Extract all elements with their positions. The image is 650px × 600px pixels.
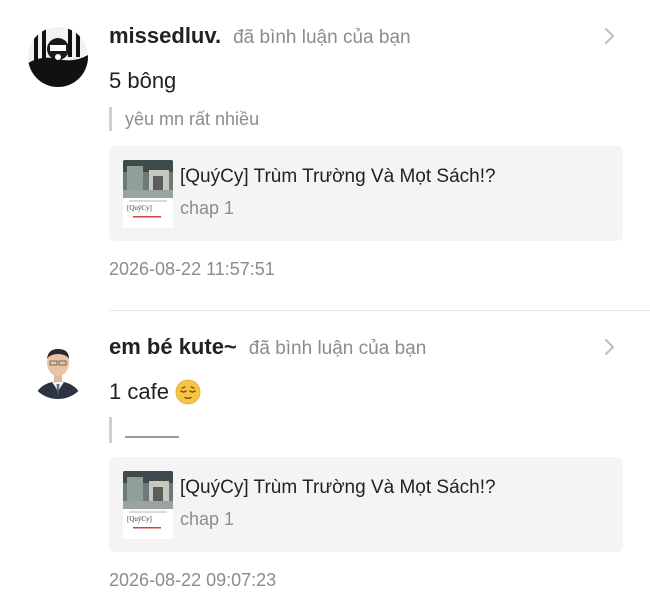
- avatar[interactable]: [28, 27, 88, 87]
- timestamp: 2026-08-22 09:07:23: [109, 570, 277, 590]
- comment-body: 5 bông: [109, 68, 177, 93]
- timestamp: 2026-08-22 11:57:51: [109, 259, 275, 279]
- comment-body: 1 cafe: [109, 379, 169, 404]
- comment-text: 1 cafe: [109, 379, 201, 405]
- quote-placeholder-line: [125, 436, 179, 438]
- quote-text: yêu mn rất nhiều: [125, 108, 260, 129]
- notification-header: em bé kute~ đã bình luận của bạn: [109, 334, 426, 360]
- quoted-comment: [109, 417, 179, 443]
- story-title: [QuýCy] Trùm Trường Và Mọt Sách!?: [180, 166, 496, 187]
- story-thumbnail: [QuýCy]: [123, 160, 173, 228]
- relieved-face-emoji-icon: [175, 379, 201, 405]
- chevron-right-icon[interactable]: [598, 336, 620, 358]
- quote-bar: [109, 107, 112, 131]
- quote-bar: [109, 417, 112, 443]
- action-text: đã bình luận của bạn: [233, 27, 411, 48]
- chevron-right-icon[interactable]: [598, 25, 620, 47]
- comment-text: 5 bông: [109, 68, 176, 94]
- thumbnail-label: [QuýCy]: [127, 204, 152, 212]
- avatar[interactable]: [28, 339, 88, 399]
- chapter-label: chap 1: [180, 509, 235, 529]
- username[interactable]: em bé kute~: [109, 334, 237, 360]
- chapter-label: chap 1: [180, 198, 235, 218]
- notification-item[interactable]: em bé kute~ đã bình luận của bạn 1 cafe: [0, 311, 650, 600]
- notification-item[interactable]: missedluv. đã bình luận của bạn 5 bông y…: [0, 0, 650, 310]
- notification-header: missedluv. đã bình luận của bạn: [109, 23, 411, 49]
- avatar-image: [28, 339, 88, 399]
- story-thumbnail: [QuýCy]: [123, 471, 173, 539]
- action-text: đã bình luận của bạn: [248, 338, 427, 359]
- thumbnail-label: [QuýCy]: [127, 515, 152, 523]
- story-reference-card[interactable]: [QuýCy] [QuýCy] Trùm Trường Và Mọt Sách!…: [109, 146, 623, 241]
- story-title: [QuýCy] Trùm Trường Và Mọt Sách!?: [180, 477, 496, 498]
- quoted-comment: yêu mn rất nhiều: [109, 107, 259, 131]
- avatar-image: [28, 27, 88, 87]
- story-reference-card[interactable]: [QuýCy] [QuýCy] Trùm Trường Và Mọt Sách!…: [109, 457, 623, 552]
- username[interactable]: missedluv.: [109, 23, 221, 49]
